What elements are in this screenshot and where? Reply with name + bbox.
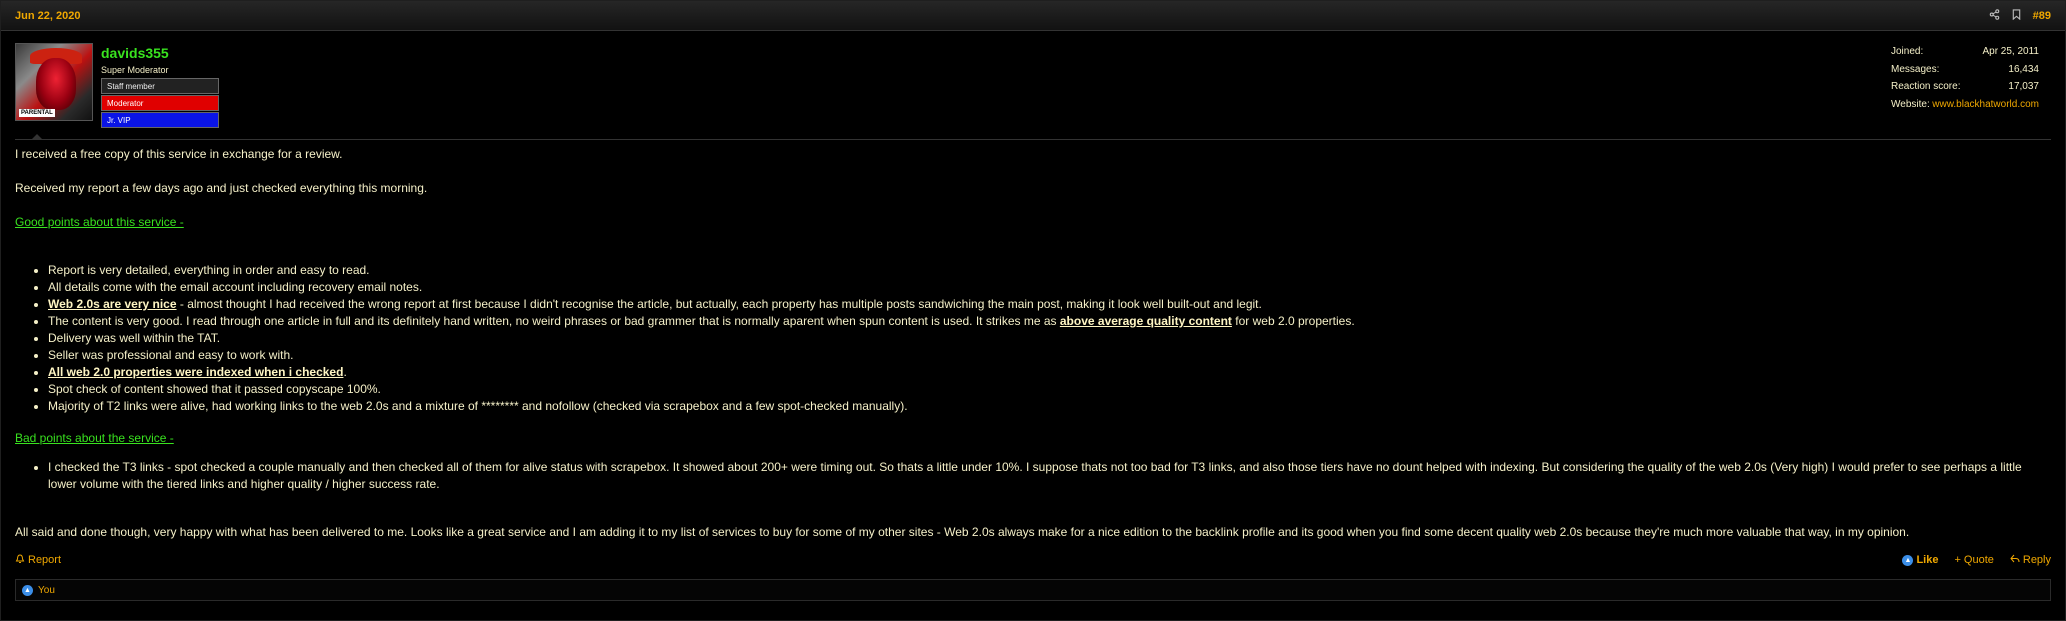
post-date[interactable]: Jun 22, 2020 [15, 10, 80, 22]
reactions-bar: ▲ You [15, 579, 2051, 601]
like-reaction-icon: ▲ [22, 584, 33, 596]
user-title: Super Moderator [101, 65, 169, 75]
stat-label: Reaction score: [1891, 81, 1961, 92]
reply-button[interactable]: Reply [2010, 554, 2051, 566]
stat-label: Joined: [1891, 46, 1924, 57]
moderator-banner: Moderator [101, 95, 219, 111]
avatar-tag: PARENTAL [19, 109, 55, 117]
reply-icon [2010, 554, 2020, 566]
reply-label: Reply [2022, 554, 2051, 566]
user-info: davids355 Super Moderator Staff member M… [101, 43, 219, 128]
stat-reaction-score: Reaction score: 17,037 [1891, 78, 2039, 96]
bell-icon [15, 553, 25, 567]
like-label: Like [1916, 554, 1939, 566]
staff-member-banner: Staff member [101, 78, 219, 94]
stat-website: Website: www.blackhatworld.com [1891, 96, 2039, 114]
post-footer: Report ▲ Like + Quote Reply [15, 551, 2051, 569]
stat-joined: Joined: Apr 25, 2011 [1891, 43, 2039, 61]
list-item: Spot check of content showed that it pas… [48, 381, 1355, 398]
paragraph: I received a free copy of this service i… [15, 147, 343, 161]
quote-label: Quote [1963, 554, 1994, 566]
text: . [343, 365, 347, 379]
stat-messages: Messages: 16,434 [1891, 61, 2039, 79]
stat-value: 17,037 [2008, 81, 2039, 92]
like-button[interactable]: ▲ Like [1902, 554, 1938, 566]
quote-button[interactable]: + Quote [1954, 554, 1993, 566]
list-item: All details come with the email account … [48, 279, 1355, 296]
bold-text: above average quality content [1059, 314, 1232, 328]
bold-text: All web 2.0 properties were indexed when… [48, 365, 344, 379]
like-icon: ▲ [1902, 554, 1914, 566]
share-icon[interactable] [1989, 8, 2000, 23]
user-stats: Joined: Apr 25, 2011 Messages: 16,434 Re… [1891, 43, 2039, 113]
post-header-actions: #89 [1989, 8, 2051, 23]
list-item: Majority of T2 links were alive, had wor… [48, 398, 1355, 415]
post-header: Jun 22, 2020 #89 [1, 1, 2065, 31]
list-item: I checked the T3 links - spot checked a … [48, 459, 2043, 493]
user-block: PARENTAL davids355 Super Moderator Staff… [15, 43, 915, 135]
list-item: Web 2.0s are very nice - almost thought … [48, 296, 1355, 313]
post-number-link[interactable]: #89 [2033, 10, 2051, 22]
stat-label: Messages: [1891, 63, 1940, 75]
text: - almost thought I had received the wron… [176, 297, 1262, 311]
text: for web 2.0 properties. [1231, 314, 1355, 328]
jr-vip-banner: Jr. VIP [101, 112, 219, 128]
stat-value: 16,434 [2008, 63, 2039, 75]
list-item: Seller was professional and easy to work… [48, 347, 1355, 364]
report-label: Report [28, 554, 62, 566]
list-item: Report is very detailed, everything in o… [48, 262, 1355, 279]
conclusion-paragraph: All said and done though, very happy wit… [15, 525, 1910, 539]
plus-icon: + [1954, 554, 1961, 566]
post-actions: ▲ Like + Quote Reply [1902, 554, 2051, 566]
avatar-face-shape [36, 58, 76, 110]
stat-value: Apr 25, 2011 [1982, 46, 2039, 57]
message-divider [15, 139, 2051, 140]
paragraph: Received my report a few days ago and ju… [15, 181, 428, 195]
username-link[interactable]: davids355 [101, 45, 219, 61]
user-avatar[interactable]: PARENTAL [15, 43, 93, 121]
bookmark-icon[interactable] [2012, 8, 2021, 23]
good-points-heading[interactable]: Good points about this service - [15, 215, 184, 229]
website-link[interactable]: www.blackhatworld.com [1932, 96, 2039, 114]
list-item: The content is very good. I read through… [48, 313, 1355, 330]
list-item: Delivery was well within the TAT. [48, 330, 1355, 347]
reaction-user-link[interactable]: You [38, 585, 55, 596]
list-item: All web 2.0 properties were indexed when… [48, 364, 1355, 381]
bold-text: Web 2.0s are very nice [48, 297, 177, 311]
text: The content is very good. I read through… [48, 314, 1060, 328]
bad-points-heading[interactable]: Bad points about the service - [15, 431, 174, 445]
bad-points-list: I checked the T3 links - spot checked a … [15, 459, 2043, 493]
stat-label: Website: [1891, 98, 1930, 110]
forum-post: Jun 22, 2020 #89 PARENTAL davids355 Supe… [0, 0, 2066, 621]
report-button[interactable]: Report [15, 553, 62, 567]
good-points-list: Report is very detailed, everything in o… [15, 262, 1355, 415]
